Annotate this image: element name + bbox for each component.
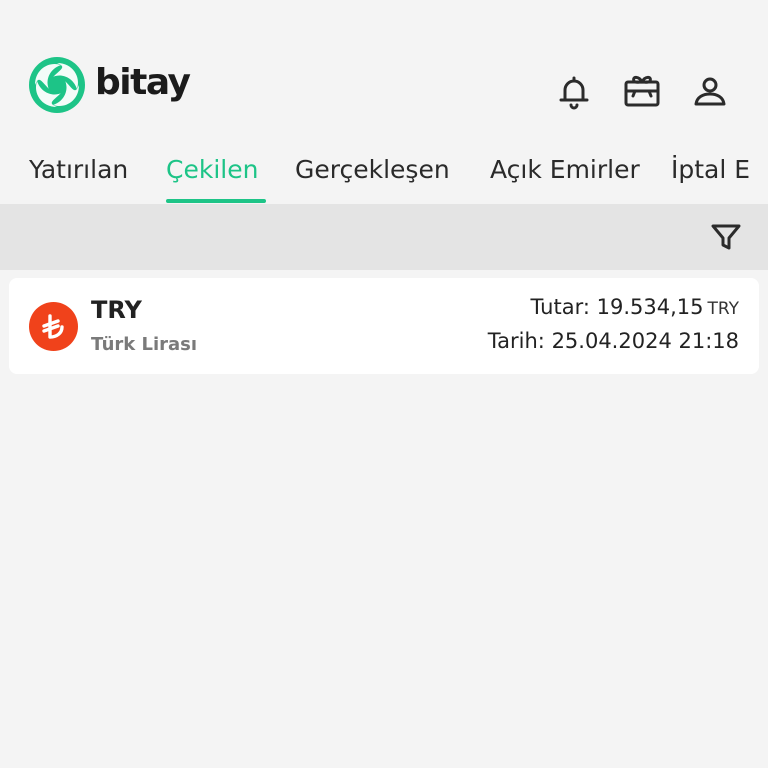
coin-symbol: TRY: [91, 296, 142, 324]
amount-line: Tutar: 19.534,15 TRY: [531, 292, 739, 324]
date-line: Tarih: 25.04.2024 21:18: [488, 326, 739, 356]
amount-unit: TRY: [707, 299, 740, 319]
app-header: bitay: [0, 0, 768, 140]
tab-acik-emirler[interactable]: Açık Emirler: [490, 154, 640, 186]
page: bitay Yatırılan Çekilen Gerçekleşen Açık…: [0, 0, 768, 768]
tab-yatirilan[interactable]: Yatırılan: [29, 154, 128, 186]
brand-logo[interactable]: bitay: [27, 55, 191, 115]
filter-bar: [0, 204, 768, 270]
brand-name: bitay: [95, 62, 191, 103]
user-icon[interactable]: [690, 72, 730, 112]
amount-label: Tutar:: [530, 295, 590, 319]
bitay-logo-icon: [29, 57, 85, 113]
active-tab-indicator: [166, 199, 266, 203]
tab-iptal[interactable]: İptal E: [671, 154, 750, 186]
turkish-lira-icon: [29, 302, 78, 351]
coin-name: Türk Lirası: [91, 334, 198, 355]
filter-icon[interactable]: [710, 221, 742, 253]
tab-cekilen[interactable]: Çekilen: [166, 154, 258, 186]
date-label: Tarih:: [487, 329, 545, 353]
header-actions: [559, 72, 768, 112]
transaction-card[interactable]: TRY Türk Lirası Tutar: 19.534,15 TRY Tari…: [9, 278, 759, 374]
amount-value: 19.534,15: [596, 295, 704, 319]
date-value: 25.04.2024 21:18: [551, 329, 739, 353]
history-tabs: Yatırılan Çekilen Gerçekleşen Açık Emirl…: [0, 140, 768, 206]
tab-gerceklesen[interactable]: Gerçekleşen: [295, 154, 450, 186]
bell-icon[interactable]: [554, 72, 594, 112]
gift-card-icon[interactable]: [622, 72, 662, 112]
